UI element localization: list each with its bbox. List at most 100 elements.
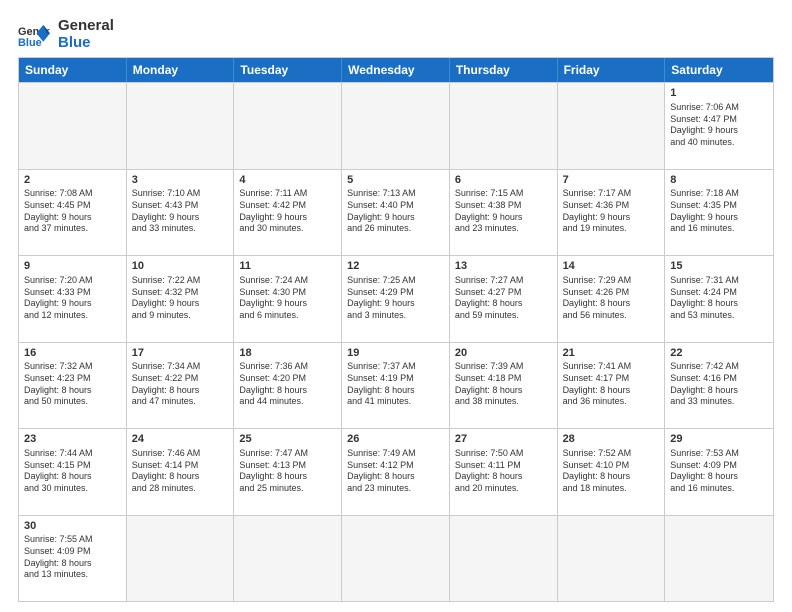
calendar-body: 1Sunrise: 7:06 AM Sunset: 4:47 PM Daylig…	[19, 82, 773, 601]
day-number: 11	[239, 259, 336, 274]
day-number: 20	[455, 346, 552, 361]
calendar-day-22: 22Sunrise: 7:42 AM Sunset: 4:16 PM Dayli…	[665, 343, 773, 429]
calendar-cell-empty	[127, 83, 235, 169]
day-number: 12	[347, 259, 444, 274]
day-info: Sunrise: 7:44 AM Sunset: 4:15 PM Dayligh…	[24, 448, 121, 495]
day-info: Sunrise: 7:27 AM Sunset: 4:27 PM Dayligh…	[455, 275, 552, 322]
calendar-cell-empty	[665, 516, 773, 602]
day-number: 10	[132, 259, 229, 274]
calendar-day-15: 15Sunrise: 7:31 AM Sunset: 4:24 PM Dayli…	[665, 256, 773, 342]
day-number: 9	[24, 259, 121, 274]
day-info: Sunrise: 7:34 AM Sunset: 4:22 PM Dayligh…	[132, 361, 229, 408]
day-number: 22	[670, 346, 768, 361]
day-info: Sunrise: 7:24 AM Sunset: 4:30 PM Dayligh…	[239, 275, 336, 322]
day-info: Sunrise: 7:10 AM Sunset: 4:43 PM Dayligh…	[132, 188, 229, 235]
day-number: 23	[24, 432, 121, 447]
calendar-cell-empty	[450, 83, 558, 169]
day-info: Sunrise: 7:50 AM Sunset: 4:11 PM Dayligh…	[455, 448, 552, 495]
weekday-header-sunday: Sunday	[19, 58, 127, 82]
day-info: Sunrise: 7:17 AM Sunset: 4:36 PM Dayligh…	[563, 188, 660, 235]
calendar-row-4: 23Sunrise: 7:44 AM Sunset: 4:15 PM Dayli…	[19, 428, 773, 515]
calendar-row-3: 16Sunrise: 7:32 AM Sunset: 4:23 PM Dayli…	[19, 342, 773, 429]
day-number: 29	[670, 432, 768, 447]
logo-general-text: General	[58, 18, 114, 35]
day-info: Sunrise: 7:29 AM Sunset: 4:26 PM Dayligh…	[563, 275, 660, 322]
day-number: 3	[132, 173, 229, 188]
weekday-header-saturday: Saturday	[665, 58, 773, 82]
day-info: Sunrise: 7:11 AM Sunset: 4:42 PM Dayligh…	[239, 188, 336, 235]
calendar-day-29: 29Sunrise: 7:53 AM Sunset: 4:09 PM Dayli…	[665, 429, 773, 515]
day-info: Sunrise: 7:42 AM Sunset: 4:16 PM Dayligh…	[670, 361, 768, 408]
day-number: 8	[670, 173, 768, 188]
calendar-day-5: 5Sunrise: 7:13 AM Sunset: 4:40 PM Daylig…	[342, 170, 450, 256]
calendar-day-6: 6Sunrise: 7:15 AM Sunset: 4:38 PM Daylig…	[450, 170, 558, 256]
calendar-day-12: 12Sunrise: 7:25 AM Sunset: 4:29 PM Dayli…	[342, 256, 450, 342]
calendar-cell-empty	[234, 83, 342, 169]
calendar-day-8: 8Sunrise: 7:18 AM Sunset: 4:35 PM Daylig…	[665, 170, 773, 256]
svg-text:Blue: Blue	[18, 36, 42, 48]
day-number: 24	[132, 432, 229, 447]
calendar-day-1: 1Sunrise: 7:06 AM Sunset: 4:47 PM Daylig…	[665, 83, 773, 169]
day-info: Sunrise: 7:06 AM Sunset: 4:47 PM Dayligh…	[670, 102, 768, 149]
day-number: 1	[670, 86, 768, 101]
day-info: Sunrise: 7:55 AM Sunset: 4:09 PM Dayligh…	[24, 534, 121, 581]
calendar-day-3: 3Sunrise: 7:10 AM Sunset: 4:43 PM Daylig…	[127, 170, 235, 256]
day-info: Sunrise: 7:31 AM Sunset: 4:24 PM Dayligh…	[670, 275, 768, 322]
weekday-header-monday: Monday	[127, 58, 235, 82]
day-number: 17	[132, 346, 229, 361]
calendar-day-28: 28Sunrise: 7:52 AM Sunset: 4:10 PM Dayli…	[558, 429, 666, 515]
logo-icon: General Blue	[18, 21, 50, 49]
calendar-day-11: 11Sunrise: 7:24 AM Sunset: 4:30 PM Dayli…	[234, 256, 342, 342]
day-info: Sunrise: 7:53 AM Sunset: 4:09 PM Dayligh…	[670, 448, 768, 495]
logo-blue-text: Blue	[58, 35, 114, 52]
day-number: 15	[670, 259, 768, 274]
day-number: 21	[563, 346, 660, 361]
calendar-day-10: 10Sunrise: 7:22 AM Sunset: 4:32 PM Dayli…	[127, 256, 235, 342]
day-number: 18	[239, 346, 336, 361]
calendar-cell-empty	[234, 516, 342, 602]
day-number: 2	[24, 173, 121, 188]
calendar-row-0: 1Sunrise: 7:06 AM Sunset: 4:47 PM Daylig…	[19, 82, 773, 169]
day-number: 25	[239, 432, 336, 447]
calendar-day-21: 21Sunrise: 7:41 AM Sunset: 4:17 PM Dayli…	[558, 343, 666, 429]
calendar-day-2: 2Sunrise: 7:08 AM Sunset: 4:45 PM Daylig…	[19, 170, 127, 256]
day-number: 28	[563, 432, 660, 447]
day-info: Sunrise: 7:36 AM Sunset: 4:20 PM Dayligh…	[239, 361, 336, 408]
day-info: Sunrise: 7:37 AM Sunset: 4:19 PM Dayligh…	[347, 361, 444, 408]
calendar-day-4: 4Sunrise: 7:11 AM Sunset: 4:42 PM Daylig…	[234, 170, 342, 256]
calendar-cell-empty	[127, 516, 235, 602]
calendar-cell-empty	[558, 83, 666, 169]
calendar-day-16: 16Sunrise: 7:32 AM Sunset: 4:23 PM Dayli…	[19, 343, 127, 429]
calendar-day-26: 26Sunrise: 7:49 AM Sunset: 4:12 PM Dayli…	[342, 429, 450, 515]
day-number: 6	[455, 173, 552, 188]
calendar-cell-empty	[558, 516, 666, 602]
calendar-day-24: 24Sunrise: 7:46 AM Sunset: 4:14 PM Dayli…	[127, 429, 235, 515]
day-info: Sunrise: 7:18 AM Sunset: 4:35 PM Dayligh…	[670, 188, 768, 235]
day-info: Sunrise: 7:20 AM Sunset: 4:33 PM Dayligh…	[24, 275, 121, 322]
calendar-day-30: 30Sunrise: 7:55 AM Sunset: 4:09 PM Dayli…	[19, 516, 127, 602]
calendar-day-20: 20Sunrise: 7:39 AM Sunset: 4:18 PM Dayli…	[450, 343, 558, 429]
calendar-day-14: 14Sunrise: 7:29 AM Sunset: 4:26 PM Dayli…	[558, 256, 666, 342]
day-number: 27	[455, 432, 552, 447]
calendar-day-27: 27Sunrise: 7:50 AM Sunset: 4:11 PM Dayli…	[450, 429, 558, 515]
calendar-day-23: 23Sunrise: 7:44 AM Sunset: 4:15 PM Dayli…	[19, 429, 127, 515]
header: General Blue General Blue	[18, 18, 774, 51]
day-info: Sunrise: 7:52 AM Sunset: 4:10 PM Dayligh…	[563, 448, 660, 495]
weekday-header-friday: Friday	[558, 58, 666, 82]
calendar-cell-empty	[342, 516, 450, 602]
page: General Blue General Blue SundayMondayTu…	[0, 0, 792, 612]
day-info: Sunrise: 7:08 AM Sunset: 4:45 PM Dayligh…	[24, 188, 121, 235]
day-info: Sunrise: 7:25 AM Sunset: 4:29 PM Dayligh…	[347, 275, 444, 322]
calendar-day-7: 7Sunrise: 7:17 AM Sunset: 4:36 PM Daylig…	[558, 170, 666, 256]
calendar-day-9: 9Sunrise: 7:20 AM Sunset: 4:33 PM Daylig…	[19, 256, 127, 342]
day-info: Sunrise: 7:32 AM Sunset: 4:23 PM Dayligh…	[24, 361, 121, 408]
calendar-cell-empty	[342, 83, 450, 169]
day-info: Sunrise: 7:39 AM Sunset: 4:18 PM Dayligh…	[455, 361, 552, 408]
day-number: 16	[24, 346, 121, 361]
day-number: 19	[347, 346, 444, 361]
calendar-day-18: 18Sunrise: 7:36 AM Sunset: 4:20 PM Dayli…	[234, 343, 342, 429]
calendar-day-13: 13Sunrise: 7:27 AM Sunset: 4:27 PM Dayli…	[450, 256, 558, 342]
weekday-header-wednesday: Wednesday	[342, 58, 450, 82]
day-info: Sunrise: 7:49 AM Sunset: 4:12 PM Dayligh…	[347, 448, 444, 495]
day-number: 4	[239, 173, 336, 188]
